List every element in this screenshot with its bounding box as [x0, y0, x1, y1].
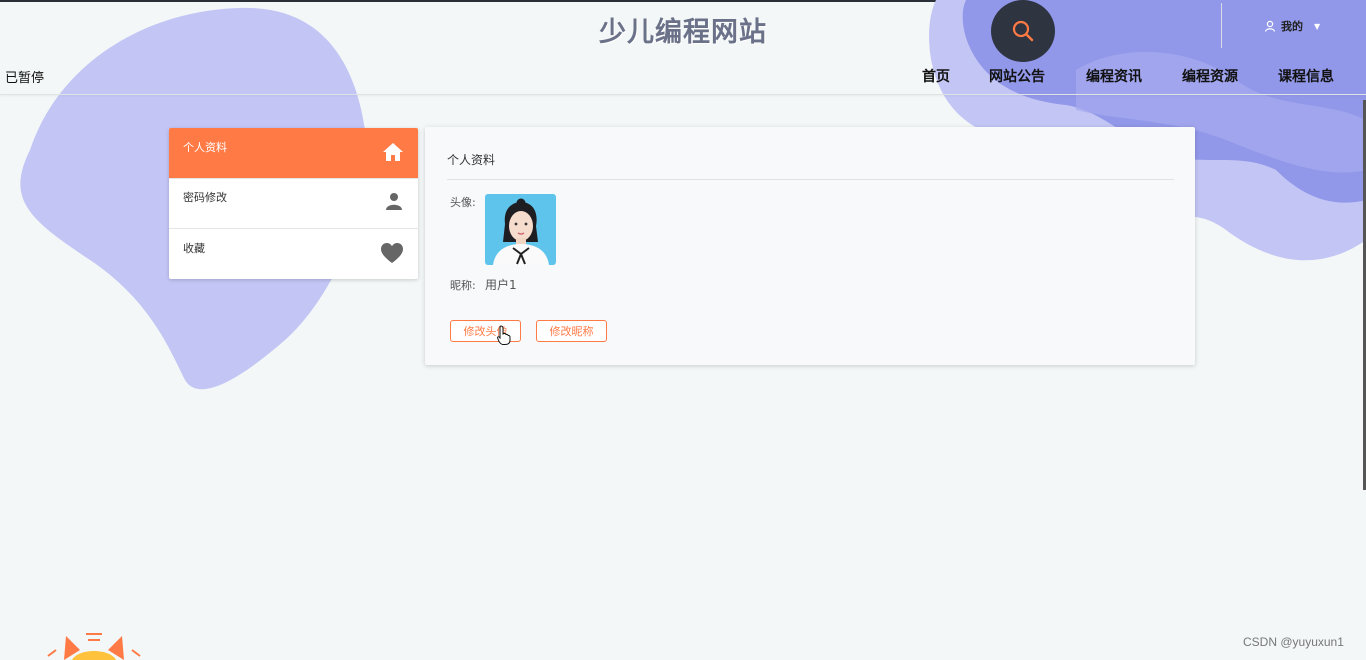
- nickname-label: 昵称:: [450, 279, 476, 292]
- search-button[interactable]: [991, 0, 1055, 62]
- nav-item-resources[interactable]: 编程资源: [1182, 66, 1238, 86]
- main-nav: 首页 网站公告 编程资讯 编程资源 课程信息: [0, 64, 1366, 95]
- change-nickname-button[interactable]: 修改昵称: [536, 320, 607, 342]
- profile-sidebar: 个人资料 密码修改 收藏: [169, 128, 418, 279]
- sidebar-item-label: 个人资料: [183, 141, 227, 154]
- heart-icon: [381, 243, 403, 263]
- person-icon: [386, 193, 402, 210]
- nav-item-courses[interactable]: 课程信息: [1278, 66, 1334, 86]
- user-menu-label: 我的: [1281, 20, 1303, 33]
- site-title[interactable]: 少儿编程网站: [0, 10, 1366, 49]
- watermark: CSDN @yuyuxun1: [1243, 635, 1344, 649]
- user-menu[interactable]: 我的 ▼: [1264, 18, 1320, 34]
- hand-cursor-icon: [497, 325, 511, 345]
- profile-panel: 个人资料 头像: 昵称: 用户1 修改头像 修改昵称: [425, 127, 1195, 365]
- sidebar-item-label: 密码修改: [183, 191, 227, 204]
- nickname-value: 用户1: [485, 278, 517, 292]
- sidebar-item-profile[interactable]: 个人资料: [169, 128, 418, 179]
- sidebar-item-password[interactable]: 密码修改: [169, 178, 418, 229]
- home-icon: [383, 143, 403, 161]
- panel-divider: [447, 179, 1174, 180]
- nav-item-news[interactable]: 编程资讯: [1086, 66, 1142, 86]
- panel-title: 个人资料: [447, 153, 496, 167]
- header-divider: [1221, 3, 1222, 48]
- search-icon: [1012, 20, 1034, 42]
- nav-item-announcements[interactable]: 网站公告: [989, 66, 1045, 86]
- mascot-icon: [47, 633, 141, 660]
- sidebar-item-favorites[interactable]: 收藏: [169, 229, 418, 279]
- avatar-label: 头像:: [450, 196, 476, 209]
- user-icon: [1264, 20, 1276, 32]
- sidebar-item-label: 收藏: [183, 242, 205, 255]
- chevron-down-icon: ▼: [1314, 21, 1321, 31]
- nav-item-home[interactable]: 首页: [922, 66, 950, 86]
- avatar: [485, 194, 556, 265]
